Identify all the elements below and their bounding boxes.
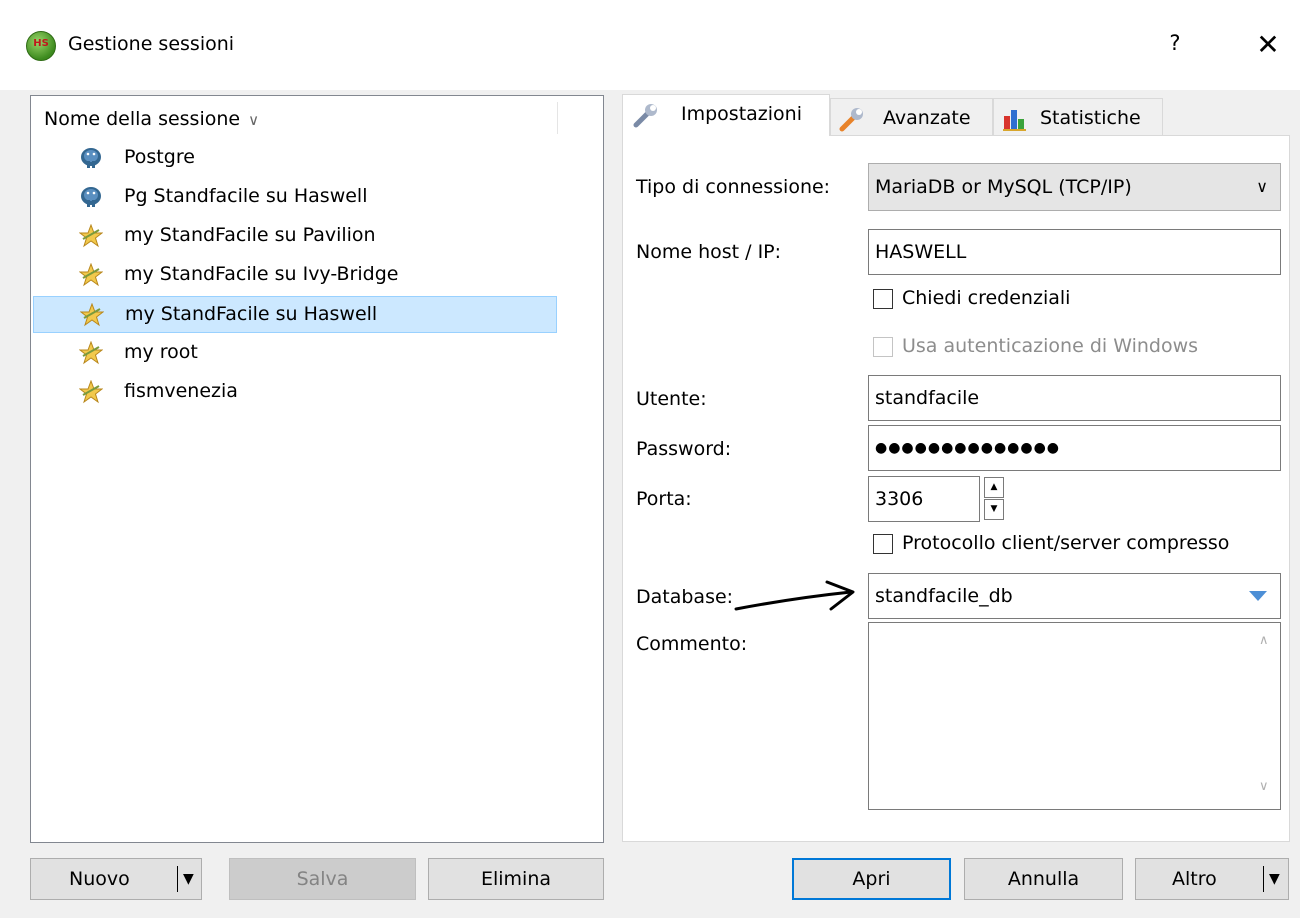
session-list-item[interactable]: my root xyxy=(33,335,557,372)
compressed-protocol-label: Protocollo client/server compresso xyxy=(902,532,1230,554)
postgresql-elephant-icon xyxy=(81,148,101,168)
mysql-star-icon xyxy=(79,341,103,365)
session-list-panel[interactable]: Nome della sessione ∨ Postgre Pg Standfaci… xyxy=(30,95,604,843)
session-item-label: my StandFacile su Pavilion xyxy=(124,224,376,246)
database-select[interactable]: standfacile_db xyxy=(868,573,1281,619)
session-list-item[interactable]: Pg Standfacile su Haswell xyxy=(33,179,557,216)
password-label: Password: xyxy=(636,438,732,460)
session-list-item[interactable]: my StandFacile su Ivy-Bridge xyxy=(33,257,557,294)
tab-statistiche[interactable]: Statistiche xyxy=(993,98,1163,136)
save-button[interactable]: Salva xyxy=(229,858,416,900)
help-button[interactable]: ? xyxy=(1160,31,1190,61)
new-dropdown-arrow-icon[interactable]: ▼ xyxy=(183,859,194,899)
password-input[interactable]: ●●●●●●●●●●●●●● xyxy=(868,425,1281,471)
mysql-star-icon xyxy=(80,303,104,327)
session-item-label: my StandFacile su Ivy-Bridge xyxy=(124,263,399,285)
user-label: Utente: xyxy=(636,388,707,410)
comment-scrollbar[interactable]: ∧ ∨ xyxy=(1250,623,1280,809)
port-spin-up-button[interactable]: ▲ xyxy=(984,477,1004,498)
session-list-item[interactable]: Postgre xyxy=(33,140,557,177)
sort-chevron-icon: ∨ xyxy=(248,111,260,129)
connection-type-select[interactable]: MariaDB or MySQL (TCP/IP) ∨ xyxy=(868,163,1281,211)
tab-avanzate[interactable]: Avanzate xyxy=(830,98,993,136)
host-input[interactable]: HASWELL xyxy=(868,229,1281,275)
bar-chart-icon xyxy=(1003,110,1026,131)
session-item-label: my StandFacile su Haswell xyxy=(125,303,378,325)
window-title: Gestione sessioni xyxy=(68,33,235,55)
session-item-label: fismvenezia xyxy=(124,380,238,402)
tab-label: Statistiche xyxy=(1040,107,1141,129)
session-item-label: Postgre xyxy=(124,146,195,168)
comment-label: Commento: xyxy=(636,633,748,655)
more-dropdown-arrow-icon[interactable]: ▼ xyxy=(1269,859,1280,899)
more-button[interactable]: Altro ▼ xyxy=(1135,858,1289,900)
session-list-item[interactable]: my StandFacile su Haswell xyxy=(33,296,557,333)
compressed-protocol-checkbox[interactable] xyxy=(873,534,893,554)
cancel-button[interactable]: Annulla xyxy=(964,858,1123,900)
split-divider xyxy=(1263,866,1264,892)
session-item-label: Pg Standfacile su Haswell xyxy=(124,185,368,207)
port-label: Porta: xyxy=(636,488,692,510)
mysql-star-icon xyxy=(79,224,103,248)
open-button[interactable]: Apri xyxy=(792,858,951,900)
host-label: Nome host / IP: xyxy=(636,241,782,263)
delete-button[interactable]: Elimina xyxy=(428,858,604,900)
comment-textarea[interactable]: ∧ ∨ xyxy=(868,622,1281,810)
mysql-star-icon xyxy=(79,380,103,404)
close-button[interactable]: ✕ xyxy=(1250,27,1286,63)
wrench-orange-icon xyxy=(839,108,863,132)
heidisql-app-icon: HS xyxy=(26,31,56,61)
column-divider[interactable] xyxy=(557,102,558,134)
wrench-icon xyxy=(633,104,657,128)
new-button[interactable]: Nuovo ▼ xyxy=(30,858,202,900)
settings-tab-panel: Tipo di connessione: MariaDB or MySQL (T… xyxy=(622,135,1290,842)
connection-type-value: MariaDB or MySQL (TCP/IP) xyxy=(875,176,1132,198)
session-list-item[interactable]: my StandFacile su Pavilion xyxy=(33,218,557,255)
port-input[interactable]: 3306 xyxy=(868,476,980,522)
postgresql-elephant-icon xyxy=(81,187,101,207)
chevron-down-icon: ∨ xyxy=(1256,177,1268,196)
user-input[interactable]: standfacile xyxy=(868,375,1281,421)
session-name-column-header[interactable]: Nome della sessione ∨ xyxy=(44,108,259,130)
port-spin-down-button[interactable]: ▼ xyxy=(984,499,1004,520)
column-header-label: Nome della sessione xyxy=(44,108,241,130)
new-button-label: Nuovo xyxy=(69,868,130,890)
scroll-down-icon[interactable]: ∨ xyxy=(1259,779,1269,794)
database-value: standfacile_db xyxy=(875,585,1013,607)
tab-label: Avanzate xyxy=(883,107,971,129)
scroll-up-icon[interactable]: ∧ xyxy=(1259,633,1269,648)
split-divider xyxy=(177,866,178,892)
ask-credentials-label: Chiedi credenziali xyxy=(902,287,1071,309)
session-list-item[interactable]: fismvenezia xyxy=(33,374,557,411)
dropdown-arrow-icon xyxy=(1249,591,1267,601)
session-item-label: my root xyxy=(124,341,198,363)
more-button-label: Altro xyxy=(1172,868,1217,890)
windows-auth-label: Usa autenticazione di Windows xyxy=(902,335,1199,357)
tab-label: Impostazioni xyxy=(681,103,802,125)
windows-auth-checkbox[interactable] xyxy=(873,337,893,357)
database-label: Database: xyxy=(636,586,734,608)
mysql-star-icon xyxy=(79,263,103,287)
tab-impostazioni[interactable]: Impostazioni xyxy=(622,94,830,136)
ask-credentials-checkbox[interactable] xyxy=(873,289,893,309)
annotation-arrow xyxy=(734,580,855,611)
title-bar: HS Gestione sessioni ? ✕ xyxy=(0,0,1300,90)
connection-type-label: Tipo di connessione: xyxy=(636,176,831,198)
app-icon-text: HS xyxy=(33,38,49,49)
